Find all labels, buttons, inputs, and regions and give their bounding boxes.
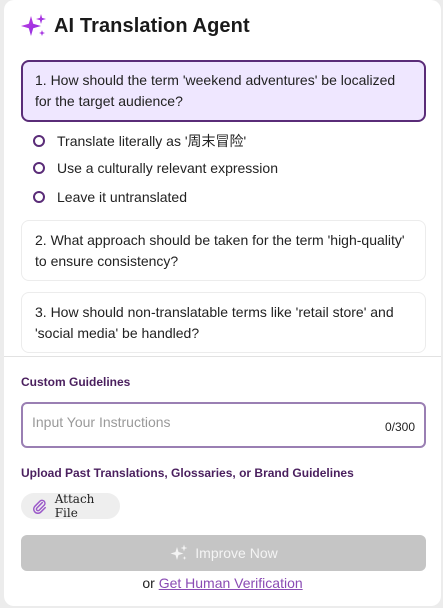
improve-now-button[interactable]: Improve Now xyxy=(21,535,426,571)
question-text: 1. How should the term 'weekend adventur… xyxy=(35,72,396,109)
option-leave-untranslated[interactable]: Leave it untranslated xyxy=(33,189,187,205)
question-card-2[interactable]: 2. What approach should be taken for the… xyxy=(21,220,426,281)
attach-file-label: Attach File xyxy=(54,492,95,520)
radio-button[interactable] xyxy=(33,135,45,147)
question-text: 2. What approach should be taken for the… xyxy=(35,232,405,269)
translation-agent-panel: AI Translation Agent 1. How should the t… xyxy=(4,0,441,606)
question-card-3[interactable]: 3. How should non-translatable terms lik… xyxy=(21,292,426,353)
instructions-input[interactable]: Input Your Instructions 0/300 xyxy=(21,402,426,448)
sparkles-icon xyxy=(170,544,188,560)
header: AI Translation Agent xyxy=(20,12,250,40)
sparkles-icon xyxy=(21,14,46,36)
footer-prefix: or xyxy=(142,575,155,591)
custom-guidelines-label: Custom Guidelines xyxy=(21,375,131,389)
question-card-1[interactable]: 1. How should the term 'weekend adventur… xyxy=(21,60,426,122)
instructions-placeholder: Input Your Instructions xyxy=(32,414,171,430)
option-label: Translate literally as '周末冒险' xyxy=(57,133,247,149)
footer: or Get Human Verification xyxy=(4,575,441,591)
radio-button[interactable] xyxy=(33,162,45,174)
character-counter: 0/300 xyxy=(384,420,415,434)
paperclip-icon xyxy=(33,499,46,514)
improve-now-label: Improve Now xyxy=(195,545,278,561)
option-translate-literally[interactable]: Translate literally as '周末冒险' xyxy=(33,131,246,151)
radio-button[interactable] xyxy=(33,191,45,203)
upload-label: Upload Past Translations, Glossaries, or… xyxy=(21,466,354,480)
option-cultural-expression[interactable]: Use a culturally relevant expression xyxy=(33,160,278,176)
attach-file-button[interactable]: Attach File xyxy=(21,492,120,520)
human-verification-link[interactable]: Get Human Verification xyxy=(159,575,303,591)
option-label: Leave it untranslated xyxy=(57,189,187,205)
question-text: 3. How should non-translatable terms lik… xyxy=(35,304,394,341)
app-title: AI Translation Agent xyxy=(54,14,250,37)
section-divider xyxy=(4,356,441,357)
option-label: Use a culturally relevant expression xyxy=(57,160,278,176)
